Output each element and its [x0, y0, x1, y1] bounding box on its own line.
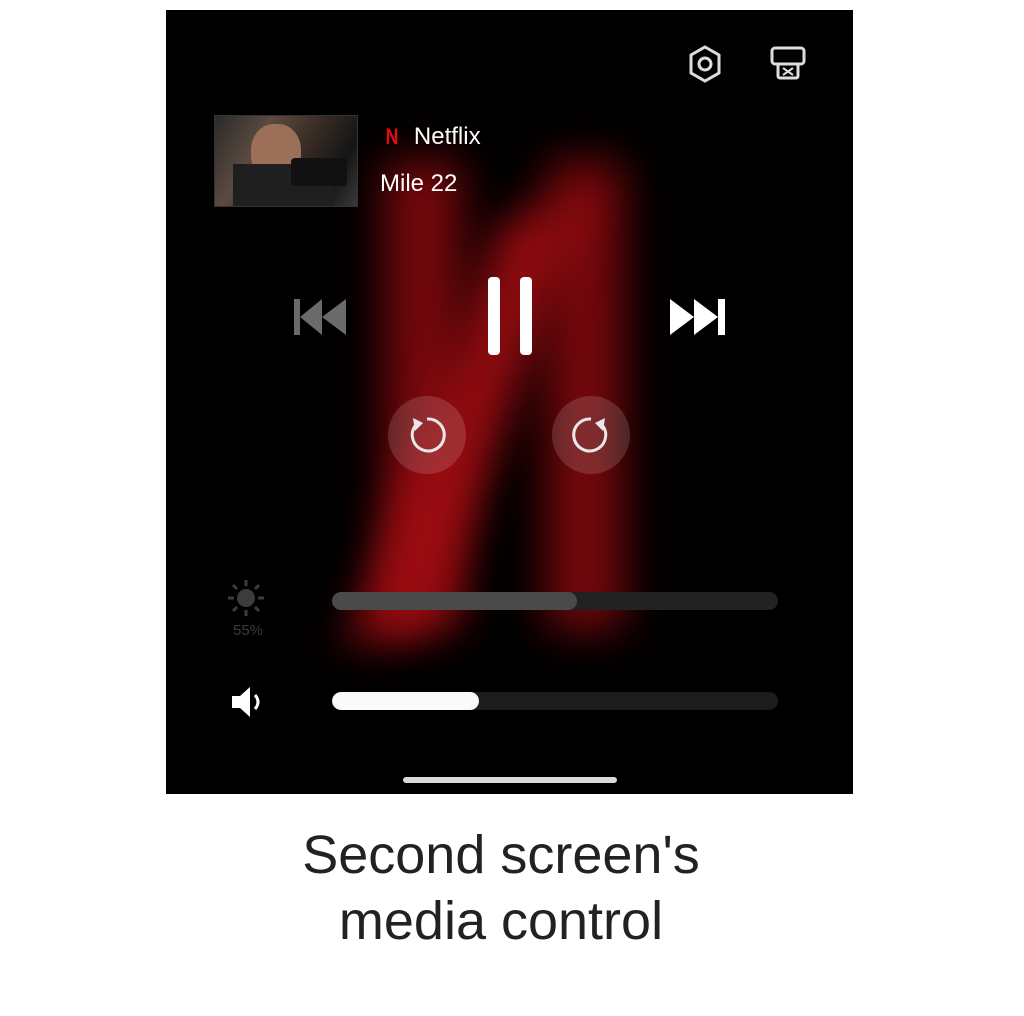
sun-icon: [226, 578, 266, 618]
volume-slider-fill: [332, 692, 480, 710]
app-source: N Netflix: [384, 122, 481, 152]
forward-icon: [572, 417, 608, 453]
volume-slider[interactable]: [332, 692, 778, 710]
brightness-slider-fill: [332, 592, 578, 610]
skip-previous-button[interactable]: [292, 295, 348, 339]
artwork-thumbnail[interactable]: [214, 115, 358, 207]
skip-next-button[interactable]: [668, 295, 728, 339]
caption-line-2: media control: [338, 891, 664, 951]
app-name: Netflix: [413, 123, 481, 150]
thumbnail-camera: [291, 158, 347, 186]
cast-icon[interactable]: [768, 44, 808, 84]
brightness-slider[interactable]: [332, 592, 778, 610]
media-control-screen: N Netflix Mile 22 55%: [166, 10, 853, 794]
skip-previous-icon: [294, 299, 346, 335]
gear-icon[interactable]: [685, 44, 725, 84]
pause-button[interactable]: [484, 275, 536, 357]
brightness-value: 55%: [232, 622, 264, 639]
pause-icon: [488, 277, 532, 355]
figure-caption: Second screen's media control: [0, 822, 1002, 954]
replay-button[interactable]: [388, 396, 466, 474]
netflix-logo: N: [385, 124, 399, 149]
skip-next-icon: [670, 299, 725, 335]
forward-button[interactable]: [552, 396, 630, 474]
replay-icon: [410, 417, 446, 453]
media-title: Mile 22: [380, 170, 458, 197]
speaker-icon[interactable]: [228, 684, 270, 720]
caption-line-1: Second screen's: [302, 825, 700, 885]
home-indicator[interactable]: [403, 777, 617, 783]
